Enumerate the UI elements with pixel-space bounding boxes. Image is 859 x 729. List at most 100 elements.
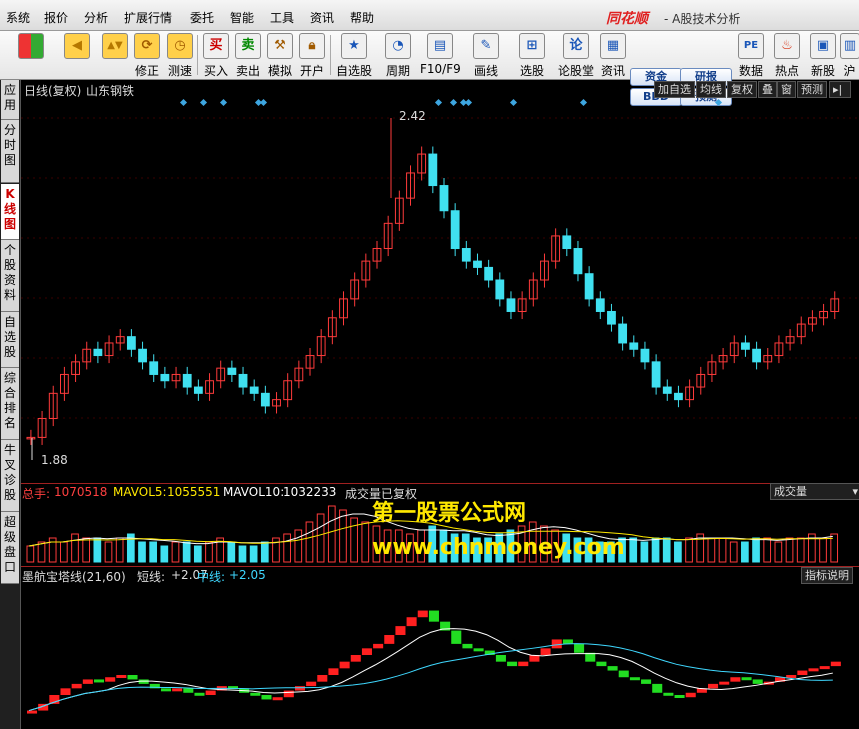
sell-button[interactable]: 卖卖出 xyxy=(233,33,263,78)
mid-line-label: 中线: xyxy=(197,570,226,584)
menu-entrust[interactable]: 委托 xyxy=(190,9,214,26)
kline-candle xyxy=(439,185,449,212)
sidebar-tab-level2[interactable]: 超级盘口 xyxy=(1,512,19,584)
forecast-kline-button[interactable]: 预测 xyxy=(797,81,827,98)
signal-diamond-icon xyxy=(199,98,208,107)
tower-block xyxy=(629,677,640,681)
kline-candle xyxy=(662,386,672,394)
kline-candle xyxy=(138,348,147,363)
tower-block xyxy=(194,692,205,696)
kline-candle xyxy=(562,235,572,250)
kline-candle xyxy=(573,248,583,275)
volume-bar xyxy=(774,541,783,563)
new-stock-button[interactable]: ▣ 新股 xyxy=(808,33,838,78)
sidebar-tab-apps[interactable]: 应用 xyxy=(1,80,19,120)
sidebar-tab-diagnosis[interactable]: 牛叉诊股 xyxy=(1,440,19,512)
signal-diamond-icon xyxy=(219,98,228,107)
menu-analysis[interactable]: 分析 xyxy=(84,9,108,26)
tower-block xyxy=(250,692,261,696)
speed-test-button[interactable]: ◷ 测速 xyxy=(165,33,195,78)
tower-block xyxy=(261,695,272,700)
f10-button[interactable]: ▤ F10/F9 xyxy=(420,33,461,77)
volume-bar xyxy=(350,517,358,563)
layout-button[interactable] xyxy=(14,33,48,77)
tower-block xyxy=(663,692,674,696)
volume-bar xyxy=(104,541,113,563)
news-button[interactable]: ▦ 资讯 xyxy=(598,33,628,78)
volume-bar xyxy=(59,541,68,563)
panel-divider xyxy=(21,566,859,567)
cycle-icon: ◔ xyxy=(385,33,411,59)
volume-bar xyxy=(819,537,827,563)
draw-line-button[interactable]: ✎ 画线 xyxy=(466,33,506,78)
open-account-button[interactable]: 🔒︎ 开户 xyxy=(297,33,327,78)
tower-block xyxy=(607,666,618,671)
sidebar-tab-profile[interactable]: 个股资料 xyxy=(1,240,19,312)
mavol10-value: 1032233 xyxy=(283,485,337,499)
tower-block xyxy=(306,681,317,687)
app-title: - A股技术分析 xyxy=(664,12,741,26)
news-icon: ▦ xyxy=(600,33,626,59)
correct-button[interactable]: ⟳ 修正 xyxy=(132,33,162,78)
tower-block xyxy=(562,639,573,644)
ma-button[interactable]: 均线 xyxy=(696,81,726,98)
tower-block xyxy=(596,661,607,667)
signal-diamond-icon xyxy=(259,98,268,107)
menu-help[interactable]: 帮助 xyxy=(350,9,374,26)
stock-pick-button[interactable]: ⊞ 选股 xyxy=(512,33,552,78)
fire-icon: ♨ xyxy=(774,33,800,59)
adjust-button[interactable]: 复权 xyxy=(727,81,757,98)
tower-block xyxy=(819,666,830,670)
sidebar-tab-intraday[interactable]: 分时图 xyxy=(1,120,19,183)
data-button[interactable]: PE 数据 xyxy=(736,33,766,78)
pe-icon: PE xyxy=(738,33,764,59)
simulate-button[interactable]: ⚒ 模拟 xyxy=(265,33,295,78)
add-watch-button[interactable]: 加自选 xyxy=(654,81,695,98)
kline-candle xyxy=(607,310,616,325)
period-button[interactable]: ◔ 周期 xyxy=(378,33,418,78)
star-icon: ★ xyxy=(341,33,367,59)
tower-block xyxy=(294,686,305,691)
indicator-help-button[interactable]: 指标说明 xyxy=(801,567,853,584)
kline-candle xyxy=(238,373,248,388)
kline-period-label: 日线(复权) xyxy=(24,84,82,98)
menu-tools[interactable]: 工具 xyxy=(270,9,294,26)
kline-candle xyxy=(473,260,482,268)
menu-system[interactable]: 系统 xyxy=(6,9,30,26)
back-button[interactable]: ◀ xyxy=(60,33,94,77)
volume-bar xyxy=(294,529,303,563)
volume-dropdown[interactable]: 成交量 ▾ xyxy=(770,483,859,500)
sidebar-tab-kline[interactable]: K线图 xyxy=(1,184,19,240)
sidebar: 应用 分时图 K线图 个股资料 自选股 综合排名 牛叉诊股 超级盘口 xyxy=(0,80,21,729)
self-select-button[interactable]: ★ 自选股 xyxy=(334,33,374,78)
volume-bar xyxy=(283,533,291,563)
pencil-icon: ✎ xyxy=(473,33,499,59)
sh-sz-button[interactable]: ▥ 沪 xyxy=(840,33,859,77)
hot-button[interactable]: ♨ 热点 xyxy=(772,33,802,78)
volume-bar xyxy=(93,537,102,563)
tower-block xyxy=(127,675,138,680)
volume-bar xyxy=(160,545,169,563)
tower-block xyxy=(574,643,585,653)
volume-bar xyxy=(149,541,158,563)
buy-button[interactable]: 买买入 xyxy=(201,33,231,78)
menu-extended-market[interactable]: 扩展行情 xyxy=(124,9,172,26)
menu-quote[interactable]: 报价 xyxy=(44,9,68,26)
volume-bar xyxy=(193,545,202,563)
sidebar-tab-ranking[interactable]: 综合排名 xyxy=(1,368,19,440)
menu-news[interactable]: 资讯 xyxy=(310,9,334,26)
tower-block xyxy=(428,610,439,622)
window-button[interactable]: 窗 xyxy=(777,81,796,98)
forum-button[interactable]: 论论股堂 xyxy=(556,33,596,78)
menu-smart[interactable]: 智能 xyxy=(230,9,254,26)
updown-button[interactable]: ▲▼ xyxy=(100,33,130,77)
tower-block xyxy=(406,617,417,627)
arrow-left-icon: ◀ xyxy=(64,33,90,59)
tower-block xyxy=(797,670,808,675)
mavol5-label: MAVOL5: xyxy=(113,485,167,499)
collapse-arrow-icon[interactable]: ▸| xyxy=(829,81,851,98)
sidebar-tab-watchlist[interactable]: 自选股 xyxy=(1,312,19,368)
tower-block xyxy=(183,688,194,693)
brand-logo: 同花顺 xyxy=(606,11,648,27)
overlay-button[interactable]: 叠 xyxy=(758,81,777,98)
